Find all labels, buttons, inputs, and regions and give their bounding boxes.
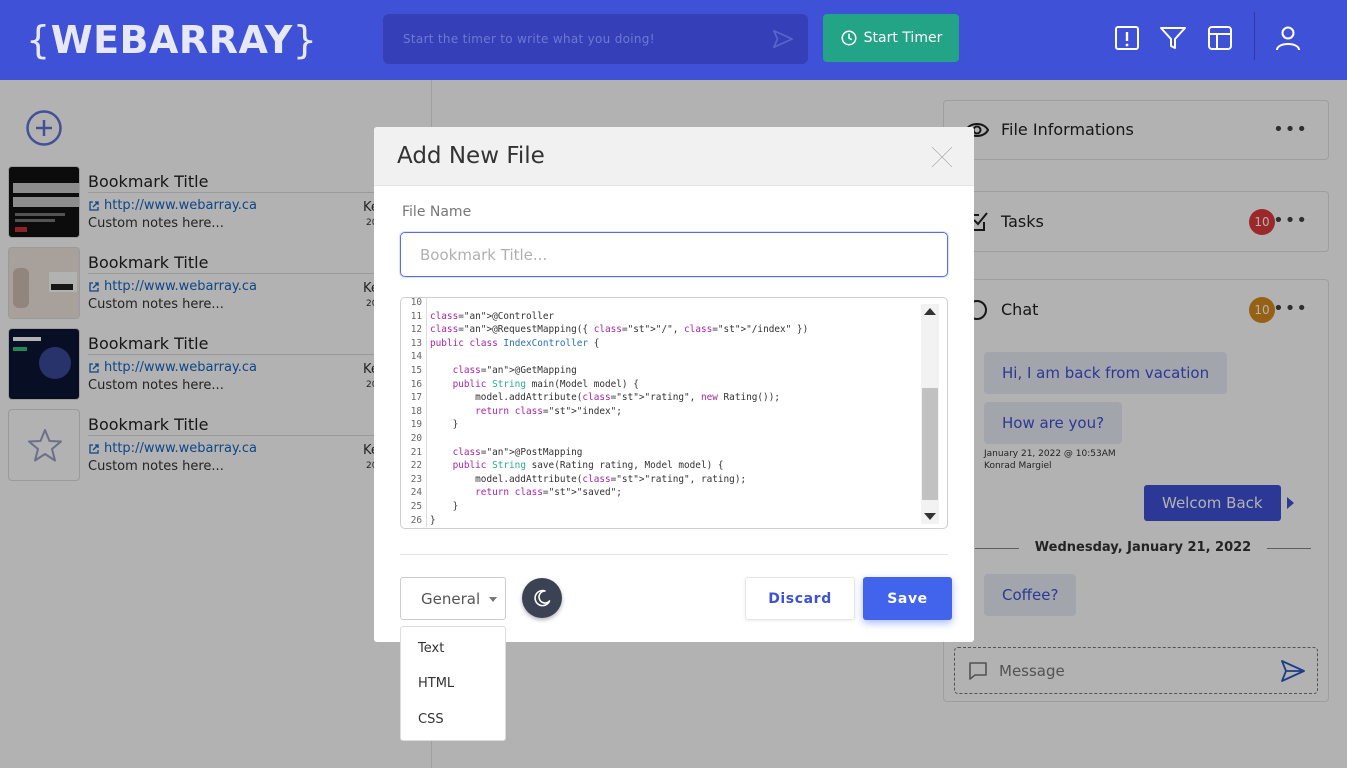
code-line-number: 10 [401, 298, 427, 310]
code-line-text: public String main(Model model) { [452, 378, 639, 390]
code-line-text: class="an">@Controller [430, 310, 555, 322]
code-line-number: 23 [401, 472, 427, 487]
code-line: 15 class="an">@GetMapping [401, 363, 921, 378]
clock-icon [841, 30, 857, 46]
start-timer-button[interactable]: Start Timer [823, 14, 959, 62]
code-line-text: return class="st">"index"; [475, 405, 622, 417]
theme-toggle-button[interactable] [522, 578, 562, 618]
code-line: 21 class="an">@PostMapping [401, 445, 921, 460]
code-line: 12 class="an">@RequestMapping({ class="st… [401, 323, 921, 337]
logo[interactable]: { WEBARRAY } [26, 16, 317, 64]
code-line-number: 26 [401, 513, 427, 528]
code-line-number: 24 [401, 486, 427, 500]
code-line-number: 19 [401, 418, 427, 432]
code-line: 14 [401, 350, 921, 364]
file-type-option[interactable]: HTML [418, 676, 454, 691]
code-line: 19 } [401, 418, 921, 432]
scroll-down-icon[interactable] [924, 513, 936, 520]
code-line-text: } [430, 514, 436, 526]
file-type-select[interactable]: General [400, 577, 506, 620]
code-editor[interactable]: 10 11 class="an">@Controller 12 class="an">@… [400, 297, 948, 529]
discard-button[interactable]: Discard [745, 577, 855, 620]
code-line-number: 20 [401, 431, 427, 446]
chevron-down-icon [489, 597, 497, 602]
alert-icon[interactable] [1113, 24, 1141, 52]
code-line-text: } [430, 500, 459, 512]
code-lines: 10 11 class="an">@Controller 12 class="an">@… [401, 298, 921, 528]
code-line: 24 return class="st">"saved"; [401, 486, 921, 500]
code-line-text: return class="st">"saved"; [475, 487, 622, 499]
code-line-number: 15 [401, 363, 427, 378]
file-type-option[interactable]: CSS [418, 712, 444, 727]
code-line-number: 13 [401, 336, 427, 351]
scroll-up-icon[interactable] [924, 308, 936, 315]
code-line-number: 14 [401, 350, 427, 364]
editor-scrollbar[interactable] [921, 304, 939, 524]
file-type-option[interactable]: Text [418, 641, 444, 656]
start-timer-label: Start Timer [863, 30, 943, 46]
code-line-text: class="an">@PostMapping [452, 446, 583, 458]
code-line-number: 12 [401, 323, 427, 337]
moon-icon [534, 589, 551, 607]
file-type-selected: General [421, 589, 481, 608]
header-separator [1254, 12, 1255, 60]
add-file-modal: Add New File File Name Bookmark Title...… [374, 127, 974, 642]
code-line: 11 class="an">@Controller [401, 309, 921, 324]
code-line-number: 25 [401, 499, 427, 514]
code-line: 23 model.addAttribute(class="st">"rating… [401, 472, 921, 487]
user-icon[interactable] [1274, 24, 1302, 52]
logo-brace-close: } [292, 18, 318, 62]
app-header: { WEBARRAY } Start the timer to write wh… [0, 0, 1347, 80]
file-name-input[interactable]: Bookmark Title... [400, 232, 948, 277]
modal-divider [400, 554, 948, 555]
code-line-number: 21 [401, 445, 427, 460]
code-line-text: public String save(Rating rating, Model … [452, 460, 724, 472]
code-line-number: 17 [401, 391, 427, 405]
save-button[interactable]: Save [863, 577, 952, 620]
scroll-thumb[interactable] [922, 388, 938, 500]
code-line-number: 11 [401, 309, 427, 324]
file-type-dropdown: Text HTML CSS [400, 626, 506, 741]
modal-header: Add New File [374, 127, 974, 186]
code-line: 16 public String main(Model model) { [401, 377, 921, 392]
code-line: 20 [401, 431, 921, 446]
code-line-number: 16 [401, 377, 427, 392]
file-name-placeholder: Bookmark Title... [420, 245, 548, 264]
logo-brace-open: { [26, 18, 51, 62]
close-icon[interactable] [930, 145, 954, 169]
send-icon[interactable] [772, 28, 794, 50]
code-line: 10 [401, 298, 921, 310]
code-line: 18 return class="st">"index"; [401, 404, 921, 419]
code-line-text: class="an">@RequestMapping({ class="st">… [430, 324, 809, 336]
code-line: 13 public class IndexController { [401, 336, 921, 351]
filter-icon[interactable] [1159, 24, 1187, 52]
code-line-text: model.addAttribute(class="st">"rating", … [430, 473, 747, 485]
layout-icon[interactable] [1206, 24, 1234, 52]
timer-input-placeholder: Start the timer to write what you doing! [403, 32, 655, 46]
code-line: 22 public String save(Rating rating, Mod… [401, 459, 921, 473]
code-line-text: model.addAttribute(class="st">"rating", … [430, 392, 780, 404]
code-line: 25 } [401, 499, 921, 514]
file-name-label: File Name [402, 204, 472, 220]
code-line-text: } [430, 419, 459, 431]
code-line-number: 18 [401, 404, 427, 419]
code-line-text: public class IndexController { [430, 337, 600, 349]
code-line: 17 model.addAttribute(class="st">"rating… [401, 391, 921, 405]
code-line-text: class="an">@GetMapping [452, 364, 577, 376]
logo-text: WEBARRAY [50, 18, 293, 62]
modal-title: Add New File [397, 143, 545, 169]
code-line-number: 22 [401, 459, 427, 473]
timer-input[interactable]: Start the timer to write what you doing! [383, 14, 808, 64]
code-line: 26} [401, 513, 921, 528]
